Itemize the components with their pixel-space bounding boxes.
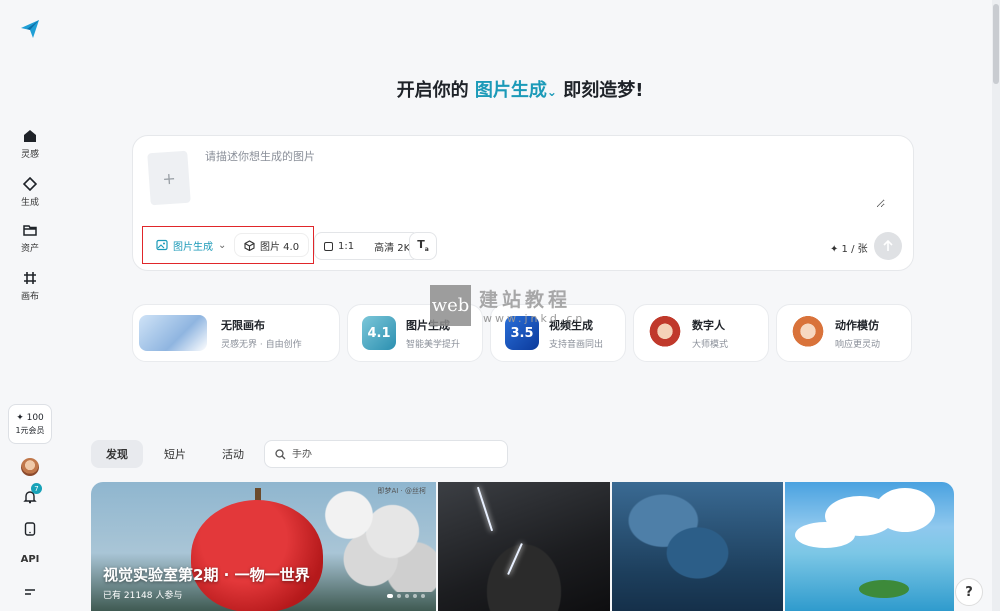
video-model-version: 3.5 — [510, 325, 534, 341]
image-icon — [156, 239, 168, 251]
feature-title: 动作模仿 — [835, 318, 879, 332]
banner-title: 视觉实验室第2期 · 一物一世界 — [103, 566, 310, 584]
notification-button[interactable]: 7 — [20, 483, 42, 507]
watermark-logo: web — [430, 284, 471, 326]
chevron-down-icon: ⌄ — [218, 239, 227, 251]
notification-badge: 7 — [31, 483, 42, 494]
help-icon: ? — [965, 584, 973, 600]
image-model-version: 4.1 — [367, 325, 391, 341]
credits-amount: ✦ 100 — [16, 412, 44, 423]
gallery-item-island[interactable] — [785, 482, 954, 611]
feature-subtitle: 支持音画同出 — [549, 339, 604, 350]
phone-icon — [24, 522, 36, 536]
folder-icon — [22, 222, 38, 238]
sparkle-icon — [22, 176, 38, 192]
canvas-icon — [22, 270, 38, 286]
mode-chip-label: 图片生成 — [173, 241, 213, 253]
headline-prefix: 开启你的 — [396, 80, 469, 101]
sidebar-item-assets[interactable]: 资产 — [0, 222, 60, 254]
banner-tag: 即梦AI · @丝柯 — [377, 487, 426, 495]
mode-dropdown[interactable]: 图片生成⌄ — [475, 80, 557, 101]
watermark-url: www.jnkd.cn — [483, 312, 586, 325]
prompt-card: + 图片生成 ⌄ 图片 4.0 1:1 高清 2K Ta ✦ 1 / 张 — [132, 135, 914, 271]
feature-card-digital-human[interactable]: 数字人 大师模式 — [633, 304, 769, 362]
page-headline: 开启你的 图片生成⌄ 即刻造梦! — [0, 76, 1000, 102]
tab-events[interactable]: 活动 — [207, 440, 259, 468]
ratio-quality-chip[interactable]: 1:1 高清 2K — [314, 232, 421, 260]
carousel-dots[interactable] — [387, 594, 425, 598]
headline-suffix: 即刻造梦! — [563, 80, 644, 101]
feature-subtitle: 响应更灵动 — [835, 339, 881, 350]
pegasus-thumb-icon — [139, 315, 207, 351]
tab-shorts[interactable]: 短片 — [149, 440, 201, 468]
feature-subtitle: 大师模式 — [692, 339, 729, 350]
arrow-up-icon — [883, 240, 893, 251]
text-style-button[interactable]: Ta — [409, 232, 437, 260]
square-ratio-icon — [324, 241, 333, 251]
ratio-label: 1:1 — [338, 240, 355, 252]
sidebar-item-label: 资产 — [20, 244, 39, 254]
text-format-icon: Ta — [417, 238, 429, 254]
sidebar-item-canvas[interactable]: 画布 — [0, 270, 60, 302]
mode-select-chip[interactable]: 图片生成 ⌄ — [147, 233, 236, 257]
generation-count[interactable]: ✦ 1 / 张 — [830, 240, 868, 255]
avatar[interactable] — [21, 458, 39, 476]
sidebar-item-label: 画布 — [20, 292, 39, 302]
send-button[interactable] — [874, 232, 902, 260]
membership-label: 1元会员 — [15, 425, 45, 435]
feature-title: 数字人 — [692, 318, 725, 332]
gallery-item-lightning[interactable] — [438, 482, 610, 611]
watermark-text: 建站教程 — [479, 288, 572, 311]
mode-dropdown-label: 图片生成 — [474, 80, 547, 101]
search-box — [264, 440, 508, 468]
plus-icon: + — [161, 168, 177, 188]
apple-house-illustration — [191, 500, 323, 611]
menu-button[interactable] — [20, 582, 40, 602]
model-chip-label: 图片 4.0 — [260, 241, 300, 253]
home-icon — [22, 128, 38, 144]
feature-subtitle: 灵感无界 · 自由创作 — [221, 339, 302, 350]
sidebar-item-inspiration[interactable]: 灵感 — [0, 128, 60, 160]
cube-icon — [244, 239, 255, 251]
api-link[interactable]: API — [0, 554, 60, 565]
sidebar-item-generate[interactable]: 生成 — [0, 176, 60, 208]
sidebar-item-label: 生成 — [20, 198, 39, 208]
membership-credits-button[interactable]: ✦ 100 1元会员 — [8, 404, 52, 444]
island-illustration — [859, 580, 909, 598]
menu-icon — [25, 589, 35, 595]
feature-card-motion-mimic[interactable]: 动作模仿 响应更灵动 — [776, 304, 912, 362]
tab-discover[interactable]: 发现 — [91, 440, 143, 468]
upload-reference-button[interactable]: + — [147, 150, 191, 206]
digital-human-thumb-icon — [648, 316, 682, 350]
banner-participants: 已有 21148 人参与 — [103, 591, 183, 601]
chevron-down-icon: ⌄ — [546, 85, 557, 99]
feature-subtitle: 智能美学提升 — [406, 339, 461, 350]
search-input[interactable] — [292, 448, 492, 460]
search-icon — [275, 448, 286, 459]
motion-mimic-thumb-icon — [791, 316, 825, 350]
help-button[interactable]: ? — [955, 578, 983, 606]
featured-banner[interactable]: 即梦AI · @丝柯 视觉实验室第2期 · 一物一世界 已有 21148 人参与 — [91, 482, 436, 611]
mobile-app-button[interactable] — [20, 519, 40, 539]
sidebar-item-label: 灵感 — [20, 150, 39, 160]
quality-label: 高清 2K — [374, 242, 411, 254]
gallery-item-tree[interactable] — [612, 482, 783, 611]
prompt-input[interactable] — [205, 148, 885, 208]
feature-title: 无限画布 — [221, 318, 265, 332]
feature-card-infinite-canvas[interactable]: 无限画布灵感无界 · 自由创作 — [132, 304, 340, 362]
model-select-chip[interactable]: 图片 4.0 — [234, 233, 310, 257]
app-logo-icon[interactable] — [19, 18, 41, 40]
image-model-thumb-icon: 4.1 — [362, 316, 396, 350]
scrollbar-thumb[interactable] — [993, 4, 999, 84]
